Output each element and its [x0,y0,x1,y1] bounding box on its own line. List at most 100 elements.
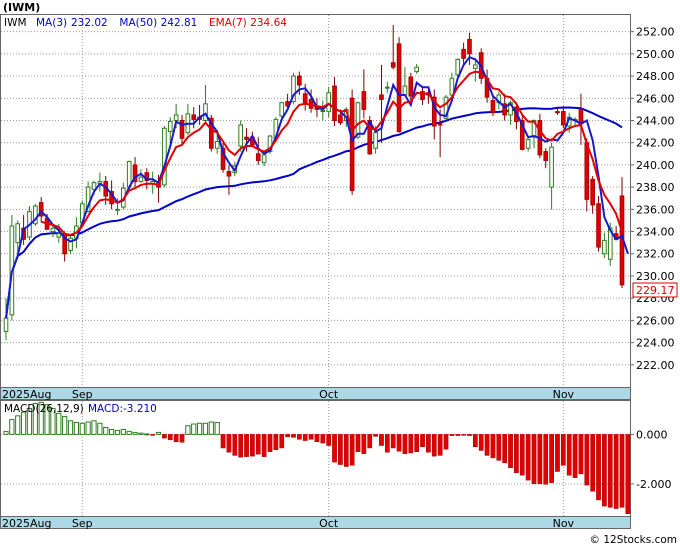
price-plot-area [0,14,631,388]
candle-body [549,146,554,188]
macd-bar [302,434,308,441]
macd-y-tick-label: -2.000 [636,478,671,491]
candle-body [173,114,179,121]
legend-label-0: MA(3) [36,17,67,29]
macd-bar [226,434,232,453]
macd-bar [443,434,449,450]
candle-body [238,124,243,147]
macd-bar [408,434,414,454]
macd-bar [578,434,584,475]
price-y-tick-label: 234.00 [636,226,675,239]
macd-bar [250,434,255,457]
macd-bar [114,429,121,435]
macd-bar [508,434,513,469]
macd-bar [343,434,349,467]
macd-bar [338,434,343,465]
candle-body [244,136,249,140]
legend-label-2: EMA(7) [209,17,247,29]
macd-bar [396,434,402,452]
candle-body [408,76,414,97]
chart-root: 222.00 224.00 226.00 228.00 230.00 232.00 234.… [0,0,680,546]
macd-bar [602,434,607,507]
candle-body [361,91,367,110]
candle-body [414,66,419,73]
macd-bar [108,428,115,435]
macd-bar [390,434,396,449]
macd-bar [496,434,502,461]
candle-body [332,85,337,121]
macd-bar [214,422,220,435]
price-y-tick-label: 250.00 [636,48,675,61]
macd-bar [472,434,478,448]
macd-bar [525,434,531,481]
macd-bar [85,421,91,435]
macd-bar [566,434,572,476]
macd-bar [56,412,62,435]
candle-body [584,142,590,200]
price-x-tick-label: Oct [319,388,339,401]
candle-body [467,38,472,55]
macd-bar [20,411,27,435]
macd-bar [9,419,15,435]
candle-body [561,111,566,126]
macd-bar [255,434,261,455]
macd-bar [543,434,549,485]
legend-ticker: IWM [4,17,27,29]
candle-body [302,93,308,105]
macd-bar [185,425,191,435]
macd-bar [191,423,197,435]
macd-bar [478,434,484,451]
macd-bar [279,434,285,449]
legend-value-0: 232.02 [71,17,108,29]
macd-bar [79,422,85,435]
macd-bar [144,433,150,436]
macd-bar [431,434,437,457]
macd-bar [296,434,302,440]
chart-svg: 222.00224.00226.00228.00230.00232.00234.… [0,1,678,546]
price-x-tick-label: Sep [72,388,93,401]
price-y-ticks: 222.00224.00226.00228.00230.00232.00234.… [630,26,675,372]
candle-body [373,132,378,149]
macd-bar [232,434,238,456]
candle-body [279,102,285,117]
macd-bar [261,434,267,457]
legend-value-1: 242.81 [161,17,198,29]
price-y-tick-label: 236.00 [636,203,675,216]
candle-body [385,86,390,89]
candle-body [396,43,402,133]
macd-bar [349,434,355,466]
macd-bar [138,432,144,435]
macd-bar [273,434,279,450]
macd-bar [314,434,320,443]
price-y-tick-label: 230.00 [636,270,675,283]
candle-body [455,58,461,76]
candle-body [297,75,302,86]
candle-body [255,153,261,161]
macd-bar [467,434,472,436]
macd-x-tick-label: Nov [553,517,575,530]
macd-bar [361,434,367,454]
candle-body [490,100,496,114]
price-y-tick-label: 252.00 [636,26,675,39]
macd-bar [625,434,631,515]
price-x-tick-label: Nov [553,388,575,401]
macd-bar [619,434,625,508]
macd-bar [267,434,273,452]
macd-x-axis [0,516,631,529]
macd-bar [560,434,566,466]
macd-bar [590,434,596,492]
macd-bar [202,422,209,435]
macd-bar [15,415,21,435]
price-y-tick-label: 244.00 [636,114,675,127]
macd-bar [607,434,613,508]
candle-body [402,85,408,96]
candle-body [355,102,361,138]
macd-bar [103,426,109,435]
candle-body [543,151,549,161]
candle-body [349,97,355,191]
candle-body [226,171,232,177]
macd-bar [414,434,420,452]
candle-body [473,64,478,69]
price-y-tick-label: 246.00 [636,92,675,105]
candle-body [50,227,56,233]
